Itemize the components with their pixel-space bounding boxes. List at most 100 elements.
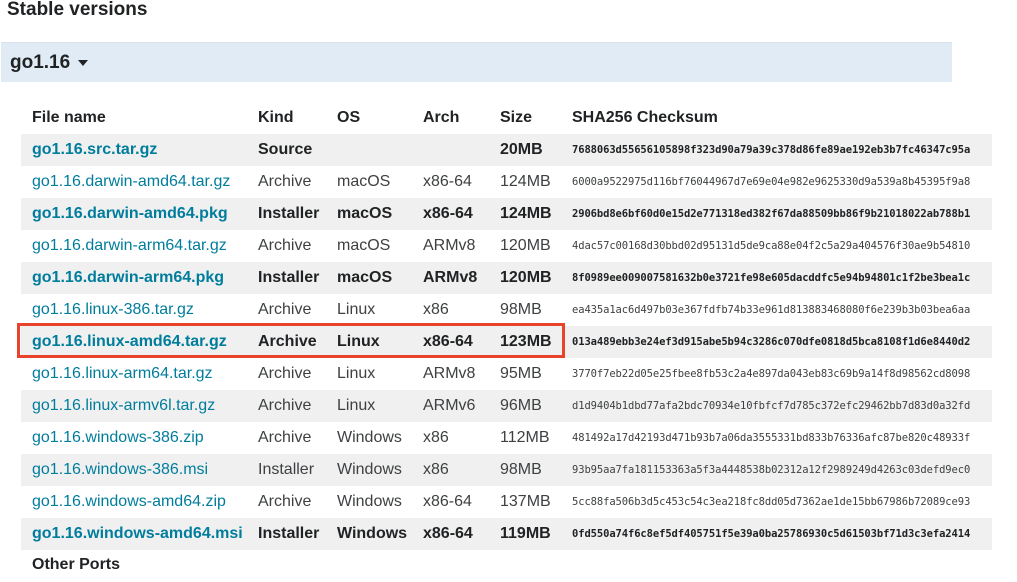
os-cell: macOS: [337, 205, 393, 222]
table-row: go1.16.windows-amd64.msi Installer Windows…: [21, 518, 992, 550]
kind-cell: Archive: [258, 365, 312, 382]
os-cell: Linux: [337, 397, 376, 414]
download-link[interactable]: go1.16.linux-386.tar.gz: [32, 301, 194, 318]
download-link[interactable]: go1.16.windows-amd64.zip: [32, 493, 226, 510]
arch-cell: x86-64: [423, 205, 473, 222]
table-row: go1.16.darwin-amd64.tar.gz Archive macOS x8…: [21, 166, 992, 198]
table-row: go1.16.linux-armv6l.tar.gz Archive Linux AR…: [21, 390, 992, 422]
arch-cell: ARMv8: [423, 365, 476, 382]
kind-cell: Archive: [258, 301, 312, 318]
arch-cell: ARMv8: [423, 237, 476, 254]
download-link[interactable]: go1.16.src.tar.gz: [32, 141, 157, 158]
other-ports-heading: Other Ports: [32, 556, 121, 573]
size-cell: 96MB: [500, 397, 542, 414]
size-cell: 98MB: [500, 461, 542, 478]
os-cell: macOS: [337, 173, 391, 190]
kind-cell: Archive: [258, 493, 312, 510]
arch-cell: x86: [423, 461, 449, 478]
checksum-cell: 481492a17d42193d471b93b7a06da3555331bd83…: [572, 432, 971, 444]
table-row: go1.16.src.tar.gz Source 20MB 7688063d55656…: [21, 134, 992, 166]
file-name-cell: go1.16.linux-armv6l.tar.gz: [21, 390, 258, 422]
checksum-cell: 013a489ebb3e24ef3d915abe5b94c3286c070dfe…: [572, 336, 971, 348]
header-arch: Arch: [423, 109, 460, 126]
table-header-row: File name Kind OS Arch Size SHA256 Check…: [21, 102, 992, 134]
table-row: go1.16.windows-386.msi Installer Windows x8…: [21, 454, 992, 486]
os-cell: Windows: [337, 493, 402, 510]
size-cell: 120MB: [500, 237, 551, 254]
size-cell: 112MB: [500, 429, 550, 446]
table-row: go1.16.darwin-arm64.tar.gz Archive macOS AR…: [21, 230, 992, 262]
download-link[interactable]: go1.16.linux-arm64.tar.gz: [32, 365, 213, 382]
size-cell: 98MB: [500, 301, 542, 318]
checksum-cell: 3770f7eb22d05e25fbee8fb53c2a4e897da043eb…: [572, 368, 971, 380]
kind-cell: Source: [258, 141, 313, 158]
table-row: go1.16.windows-amd64.zip Archive Windows x8…: [21, 486, 992, 518]
download-link[interactable]: go1.16.windows-amd64.msi: [32, 525, 243, 542]
checksum-cell: ea435a1ac6d497b03e367fdfb74b33e961d81388…: [572, 304, 971, 316]
download-link[interactable]: go1.16.darwin-amd64.pkg: [32, 205, 228, 222]
file-name-cell: go1.16.darwin-amd64.pkg: [21, 198, 258, 230]
file-name-cell: go1.16.windows-amd64.msi: [21, 518, 258, 550]
checksum-cell: 2906bd8e6bf60d0e15d2e771318ed382f67da885…: [572, 208, 971, 220]
download-link[interactable]: go1.16.darwin-arm64.pkg: [32, 269, 224, 286]
size-cell: 20MB: [500, 141, 543, 158]
header-file-name: File name: [32, 109, 106, 126]
caret-down-icon: [78, 60, 89, 66]
file-name-cell: go1.16.darwin-arm64.pkg: [21, 262, 258, 294]
os-cell: [337, 134, 423, 166]
download-link[interactable]: go1.16.darwin-arm64.tar.gz: [32, 237, 227, 254]
size-cell: 120MB: [500, 269, 552, 286]
file-name-cell: go1.16.linux-amd64.tar.gz: [21, 326, 258, 358]
kind-cell: Archive: [258, 237, 312, 254]
header-sha256: SHA256 Checksum: [572, 109, 718, 126]
size-cell: 124MB: [500, 205, 552, 222]
section-title: Stable versions: [7, 0, 148, 20]
kind-cell: Installer: [258, 461, 315, 478]
file-name-cell: go1.16.linux-arm64.tar.gz: [21, 358, 258, 390]
arch-cell: x86-64: [423, 173, 472, 190]
file-name-cell: go1.16.darwin-amd64.tar.gz: [21, 166, 258, 198]
size-cell: 123MB: [500, 333, 552, 350]
kind-cell: Archive: [258, 397, 312, 414]
download-link[interactable]: go1.16.windows-386.msi: [32, 461, 208, 478]
file-name-cell: go1.16.linux-386.tar.gz: [21, 294, 258, 326]
downloads-table: File name Kind OS Arch Size SHA256 Check…: [21, 102, 992, 550]
os-cell: macOS: [337, 269, 393, 286]
file-name-cell: go1.16.windows-amd64.zip: [21, 486, 258, 518]
checksum-cell: d1d9404b1dbd77afa2bdc70934e10fbfcf7d785c…: [572, 400, 971, 412]
version-label: go1.16: [10, 52, 71, 73]
os-cell: Linux: [337, 301, 376, 318]
arch-cell: x86: [423, 429, 449, 446]
version-bar: go1.16: [1, 42, 952, 82]
table-row: go1.16.linux-amd64.tar.gz Archive Linux x86…: [21, 326, 992, 358]
download-link[interactable]: go1.16.linux-amd64.tar.gz: [32, 333, 227, 350]
header-os: OS: [337, 109, 361, 126]
download-link[interactable]: go1.16.windows-386.zip: [32, 429, 204, 446]
download-link[interactable]: go1.16.darwin-amd64.tar.gz: [32, 173, 230, 190]
checksum-cell: 8f0989ee009007581632b0e3721fe98e605dacdd…: [572, 272, 971, 284]
os-cell: Linux: [337, 365, 376, 382]
arch-cell: ARMv8: [423, 269, 478, 286]
table-row: go1.16.darwin-amd64.pkg Installer macOS x86…: [21, 198, 992, 230]
download-link[interactable]: go1.16.linux-armv6l.tar.gz: [32, 397, 215, 414]
table-row: go1.16.linux-arm64.tar.gz Archive Linux ARM…: [21, 358, 992, 390]
os-cell: Windows: [337, 461, 402, 478]
size-cell: 124MB: [500, 173, 551, 190]
kind-cell: Installer: [258, 269, 320, 286]
os-cell: Windows: [337, 429, 402, 446]
checksum-cell: 93b95aa7fa181153363a5f3a4448538b02312a12…: [572, 464, 971, 476]
kind-cell: Archive: [258, 173, 312, 190]
arch-cell: ARMv6: [423, 397, 476, 414]
size-cell: 119MB: [500, 525, 551, 542]
arch-cell: x86-64: [423, 493, 472, 510]
kind-cell: Archive: [258, 333, 317, 350]
checksum-cell: 0fd550a74f6c8ef5df405751f5e39a0ba2578693…: [572, 528, 971, 540]
kind-cell: Archive: [258, 429, 312, 446]
os-cell: macOS: [337, 237, 391, 254]
arch-cell: x86-64: [423, 525, 473, 542]
header-size: Size: [500, 109, 533, 126]
table-row: go1.16.windows-386.zip Archive Windows x86 1…: [21, 422, 992, 454]
arch-cell: x86-64: [423, 333, 473, 350]
version-toggle[interactable]: go1.16: [10, 52, 89, 74]
table-row: go1.16.darwin-arm64.pkg Installer macOS ARM…: [21, 262, 992, 294]
